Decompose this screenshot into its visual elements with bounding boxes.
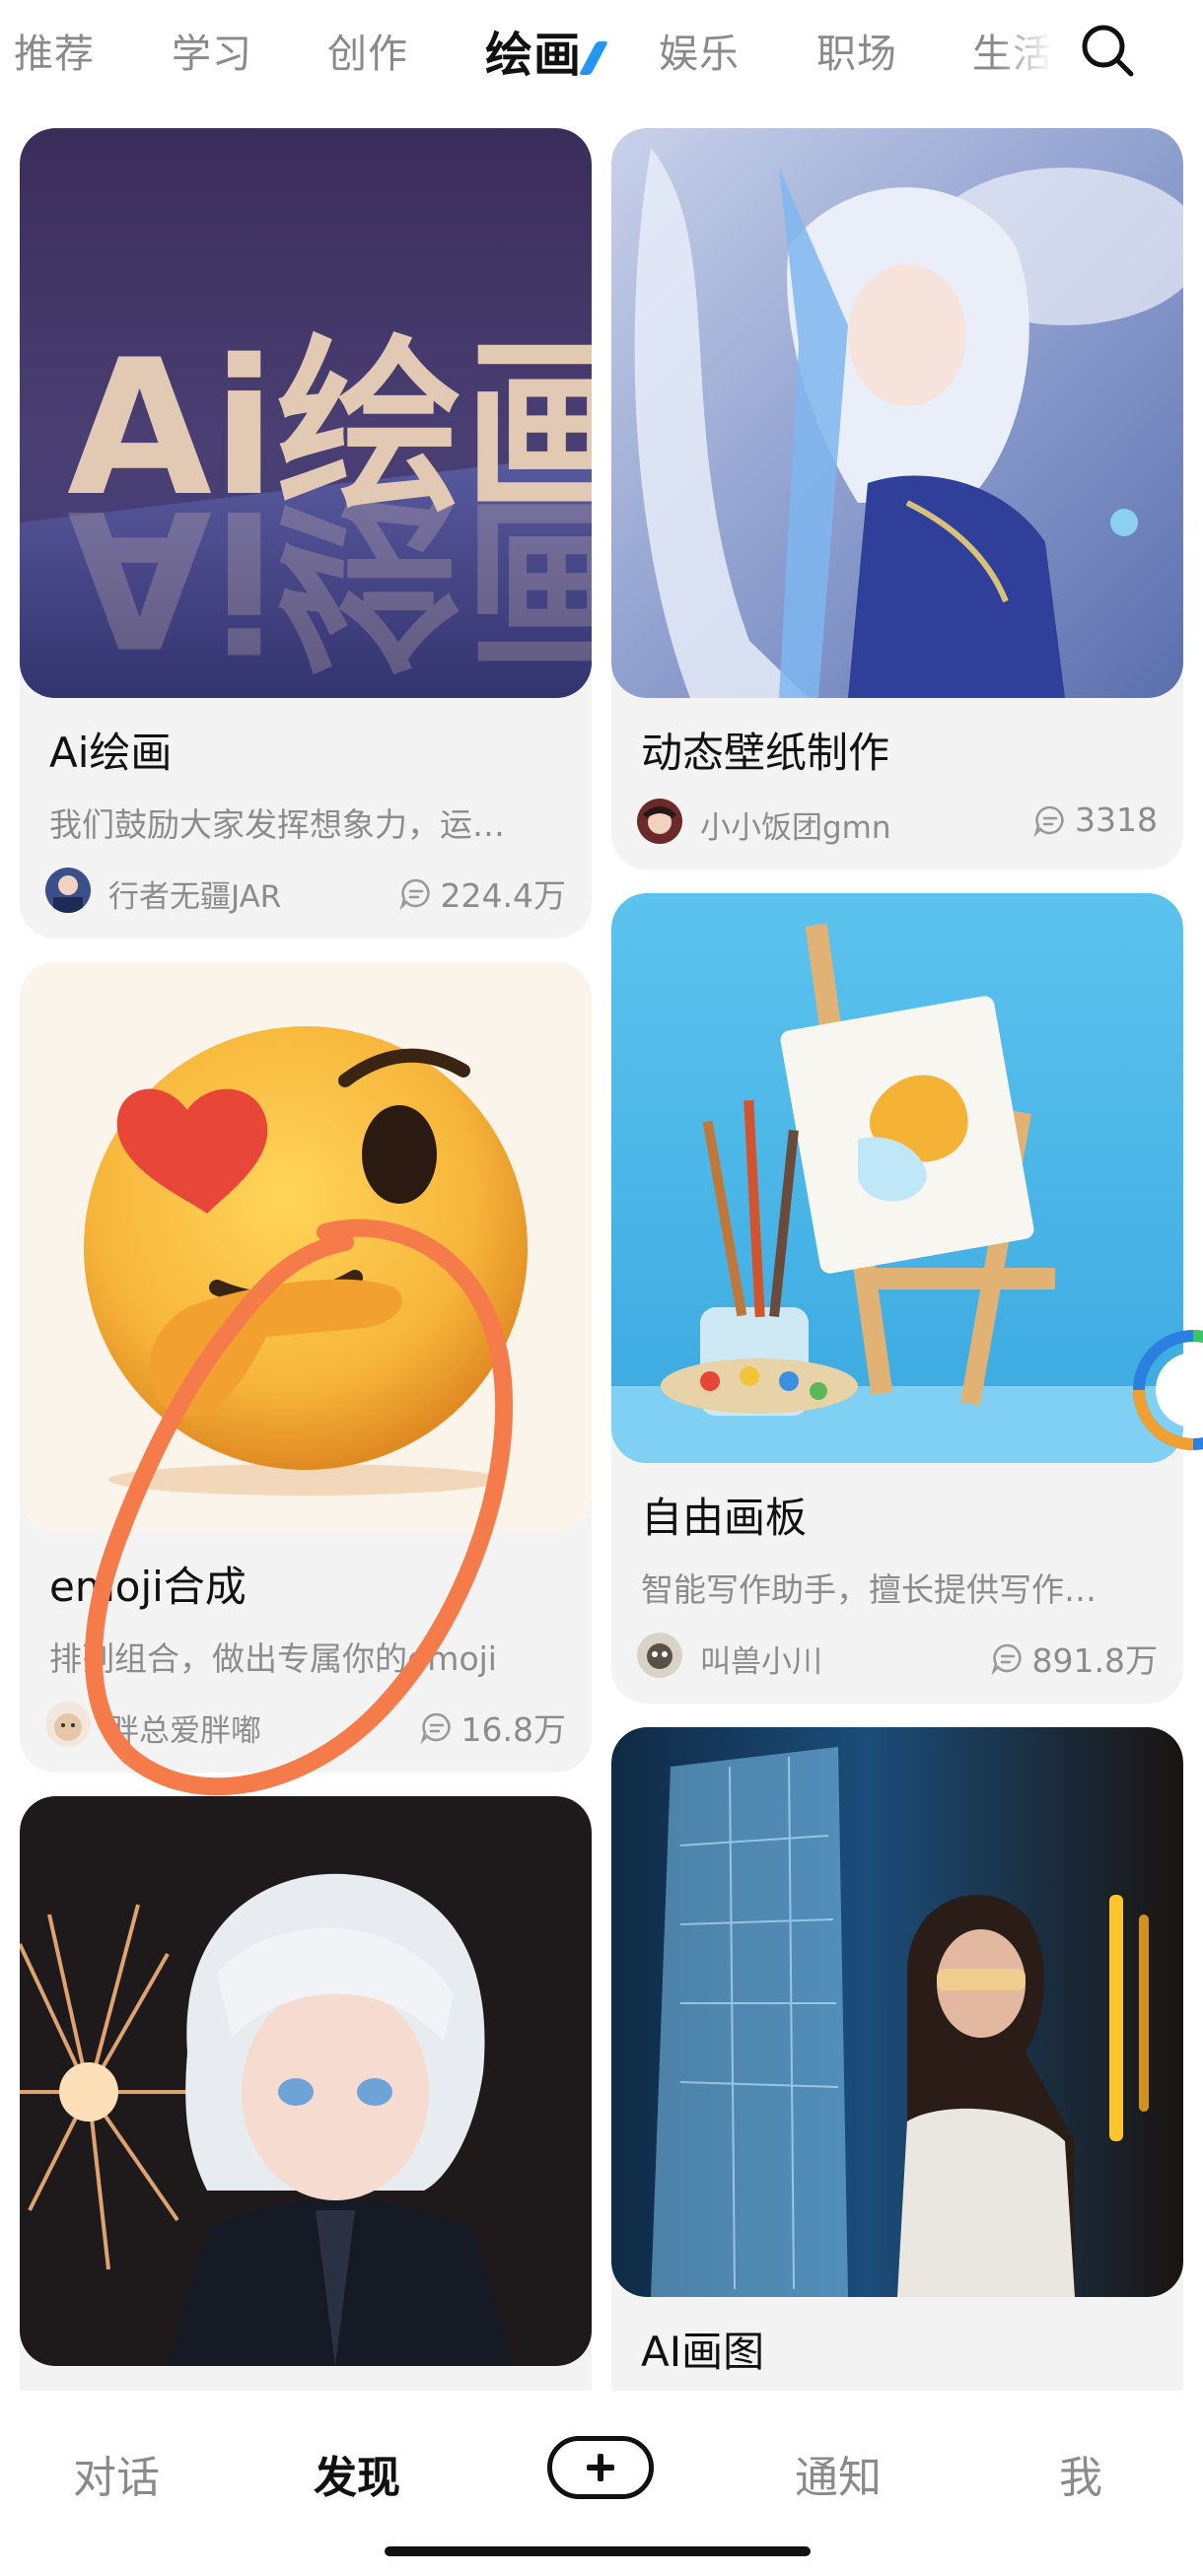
- feed-card-live-wallpaper[interactable]: 动态壁纸制作 小小饭团gmn 3318: [611, 128, 1183, 870]
- nav-notifications[interactable]: 通知: [795, 2442, 882, 2505]
- comment-icon: [991, 1643, 1022, 1675]
- nav-me[interactable]: 我: [1059, 2442, 1102, 2505]
- card-title: AI画图: [641, 2328, 765, 2376]
- feed-card-anime-portrait[interactable]: [20, 1796, 592, 2427]
- card-thumbnail: [611, 128, 1183, 698]
- avatar[interactable]: [45, 1702, 91, 1747]
- card-thumbnail: [611, 1727, 1183, 2297]
- card-meta: 行者无疆JAR 224.4万: [45, 866, 566, 915]
- comment-count-value: 16.8万: [460, 1710, 566, 1749]
- avatar[interactable]: [637, 799, 682, 844]
- nav-discover[interactable]: 发现: [314, 2442, 400, 2505]
- author-name[interactable]: 叫兽小川: [700, 1636, 822, 1681]
- comment-icon: [1033, 805, 1064, 837]
- tab-recommend[interactable]: 推荐: [14, 22, 95, 79]
- home-indicator[interactable]: [385, 2546, 811, 2556]
- comment-count-value: 891.8万: [1031, 1641, 1158, 1680]
- card-title: emoji合成: [49, 1563, 247, 1611]
- feed-card-emoji-merge[interactable]: emoji合成 排列组合，做出专属你的emoji 胖总爱胖嘟 16.8万: [20, 962, 592, 1773]
- card-meta: 小小饭团gmn 3318: [637, 797, 1158, 846]
- nav-chat[interactable]: 对话: [73, 2442, 160, 2505]
- comment-count: 224.4万: [399, 870, 566, 915]
- card-meta: 胖总爱胖嘟 16.8万: [45, 1700, 566, 1749]
- card-meta: 叫兽小川 891.8万: [637, 1631, 1158, 1680]
- comment-count-value: 224.4万: [440, 876, 566, 915]
- ai-drawing-thumbnail-image: Ai绘画 Ai绘画: [20, 128, 592, 698]
- tab-life[interactable]: 生活: [972, 22, 1053, 79]
- floating-assistant-icon[interactable]: [1114, 1326, 1203, 1454]
- card-description: 我们鼓励大家发挥想象力，运…: [49, 805, 505, 844]
- tab-workplace[interactable]: 职场: [816, 22, 897, 79]
- author-name[interactable]: 小小饭团gmn: [700, 802, 891, 847]
- card-description: 智能写作助手，擅长提供写作…: [641, 1570, 1097, 1609]
- comment-icon: [399, 878, 430, 910]
- active-tab-indicator: [578, 41, 609, 75]
- thinking-emoji-thumbnail-image: [20, 962, 592, 1532]
- author-name[interactable]: 胖总爱胖嘟: [108, 1706, 261, 1750]
- easel-thumbnail-image: [611, 893, 1183, 1463]
- card-thumbnail: [611, 893, 1183, 1463]
- anime-character-thumbnail-image: [611, 128, 1183, 698]
- feed-card-ai-drawing[interactable]: Ai绘画 Ai绘画 Ai绘画 我们鼓励大家发挥想象力，运… 行者无疆JAR 22…: [20, 128, 592, 939]
- comment-count-value: 3318: [1075, 801, 1158, 839]
- top-tab-bar: 推荐 学习 创作 绘画 娱乐 职场 生活: [0, 0, 1203, 104]
- card-title: 动态壁纸制作: [641, 729, 890, 777]
- comment-count: 3318: [1033, 801, 1158, 842]
- search-icon[interactable]: [1079, 22, 1136, 79]
- bottom-nav-bar: 对话 发现 通知 我: [0, 2391, 1203, 2576]
- comment-icon: [420, 1712, 451, 1744]
- thumb-art-reflection: Ai绘画: [67, 468, 592, 686]
- tab-create[interactable]: 创作: [327, 22, 408, 79]
- comment-count: 16.8万: [420, 1704, 566, 1749]
- card-title: 自由画板: [641, 1494, 808, 1542]
- create-plus-button[interactable]: [547, 2436, 654, 2499]
- tab-drawing-label: 绘画: [485, 28, 583, 83]
- white-hair-girl-thumbnail-image: [20, 1796, 592, 2366]
- card-thumbnail: Ai绘画 Ai绘画: [20, 128, 592, 698]
- comment-count: 891.8万: [991, 1635, 1158, 1680]
- card-thumbnail: [20, 1796, 592, 2366]
- card-description: 排列组合，做出专属你的emoji: [49, 1639, 497, 1678]
- feed-card-free-canvas[interactable]: 自由画板 智能写作助手，擅长提供写作… 叫兽小川 891.8万: [611, 893, 1183, 1704]
- card-title: Ai绘画: [49, 729, 173, 777]
- author-name[interactable]: 行者无疆JAR: [108, 871, 281, 916]
- avatar[interactable]: [637, 1633, 682, 1678]
- category-tabs: 推荐 学习 创作 绘画 娱乐 职场 生活: [0, 0, 1065, 104]
- feed-card-ai-image[interactable]: AI画图: [611, 1727, 1183, 2417]
- holographic-screen-thumbnail-image: [611, 1727, 1183, 2297]
- card-thumbnail: [20, 962, 592, 1532]
- avatar[interactable]: [45, 868, 91, 913]
- tab-drawing[interactable]: 绘画: [485, 16, 609, 85]
- tab-study[interactable]: 学习: [172, 22, 252, 79]
- tab-entertainment[interactable]: 娱乐: [659, 22, 740, 79]
